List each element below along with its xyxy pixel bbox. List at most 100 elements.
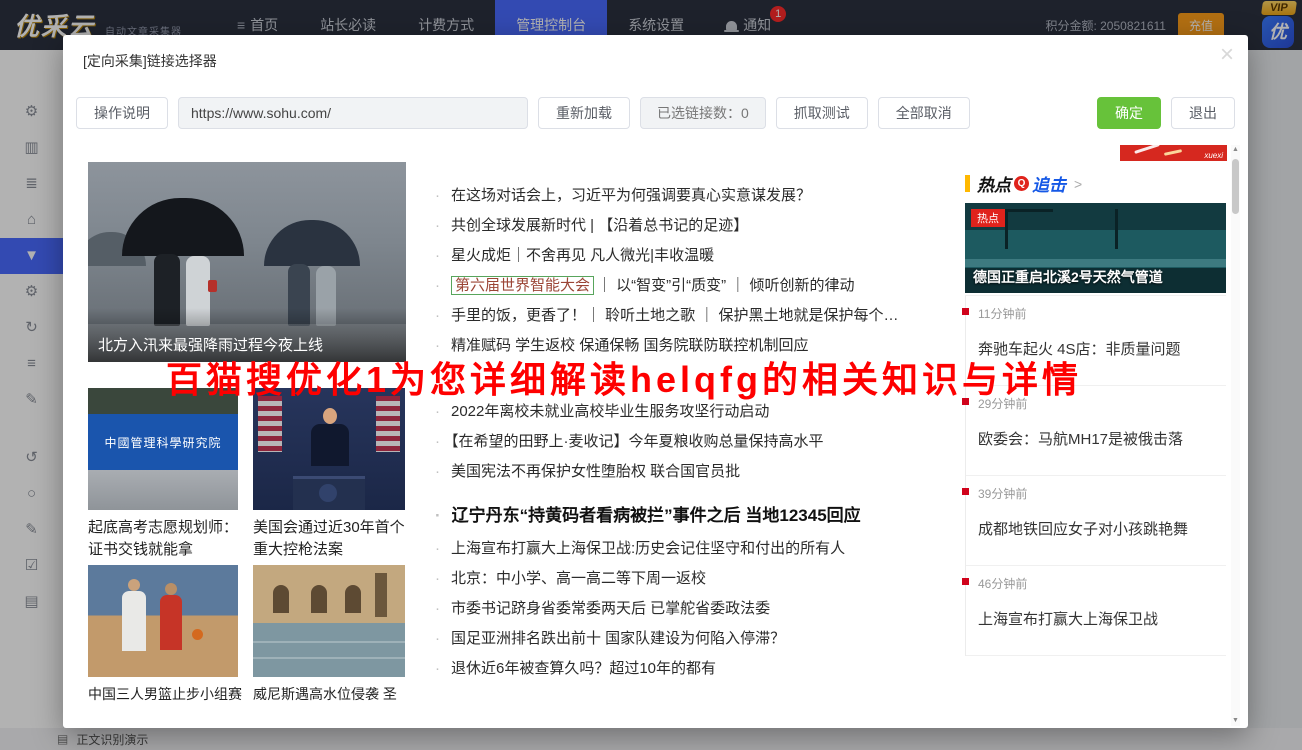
thumb-basketball-image[interactable] bbox=[88, 565, 238, 677]
page-scrollbar[interactable]: ▲ ▼ bbox=[1231, 145, 1240, 726]
hot-item-title[interactable]: 成都地铁回应女子对小孩跳艳舞 bbox=[978, 518, 1226, 539]
bullet-dot: · bbox=[435, 403, 440, 420]
hot-featured-image[interactable]: 热点 德国正重启北溪2号天然气管道 bbox=[965, 203, 1226, 293]
embedded-webpage: xuexi 北方入汛来最强降雨过程今夜上线 ·在这场对话会上，习近平为何强调要真… bbox=[88, 145, 1240, 726]
news-link-row[interactable]: · 2022年离校未就业高校毕业生服务攻坚行动启动 bbox=[435, 401, 1045, 423]
news-link-text[interactable]: 美国宪法不再保护女性堕胎权 联合国官员批 bbox=[451, 463, 740, 480]
news-link-row[interactable]: · 辽宁丹东“持黄码者看病被拦”事件之后 当地12345回应 bbox=[435, 503, 1045, 529]
thumb-caption[interactable]: 起底高考志愿规划师：证书交钱就能拿 bbox=[88, 517, 238, 561]
bullet-dot: · bbox=[435, 247, 440, 264]
news-link-text[interactable]: 国足亚洲排名跌出前十 国家队建设为何陷入停滞？ bbox=[451, 630, 785, 647]
bullet-dot: · bbox=[435, 307, 440, 324]
exit-button[interactable]: 退出 bbox=[1171, 97, 1235, 129]
news-link-text[interactable]: 星火成炬｜不舍再见 凡人微光|丰收温暖 bbox=[451, 247, 714, 264]
news-link-text[interactable]: 上海宣布打赢大上海保卫战:历史会记住坚守和付出的所有人 bbox=[451, 540, 845, 557]
url-input[interactable] bbox=[178, 97, 528, 129]
bullet-dot: · bbox=[435, 277, 440, 294]
hot-item-time: 11分钟前 bbox=[978, 305, 1226, 322]
screen: 优采云 自动文章采集器 ≡首页 站长必读 计费方式 管理控制台 系统设置 通知1… bbox=[0, 0, 1302, 750]
hot-featured-caption[interactable]: 德国正重启北溪2号天然气管道 bbox=[973, 267, 1163, 287]
hot-news-item[interactable]: 39分钟前成都地铁回应女子对小孩跳艳舞 bbox=[966, 476, 1226, 566]
bullet-dot: · bbox=[435, 660, 440, 677]
hot-tag-badge: 热点 bbox=[971, 209, 1005, 227]
confirm-button[interactable]: 确定 bbox=[1097, 97, 1161, 129]
yellow-bar-icon bbox=[965, 175, 970, 192]
crane-shape bbox=[1005, 209, 1008, 249]
news-link-text[interactable]: 2022年离校未就业高校毕业生服务攻坚行动启动 bbox=[451, 403, 769, 420]
banner-stroke bbox=[1164, 149, 1182, 156]
podium-seal bbox=[319, 484, 337, 502]
bullet-dot: · bbox=[435, 217, 440, 234]
news-link-text[interactable]: 辽宁丹东“持黄码者看病被拦”事件之后 当地12345回应 bbox=[452, 506, 861, 525]
reload-button[interactable]: 重新加载 bbox=[538, 97, 630, 129]
dialog-title: [定向采集]链接选择器 bbox=[83, 51, 217, 71]
hot-news-item[interactable]: 46分钟前上海宣布打赢大上海保卫战 bbox=[966, 566, 1226, 656]
water-line bbox=[253, 641, 405, 643]
news-link-list: ·在这场对话会上，习近平为何强调要真心实意谋发展？·共创全球发展新时代 | 【沿… bbox=[435, 185, 1045, 688]
thumb-venice-image[interactable] bbox=[253, 565, 405, 677]
player-head bbox=[128, 579, 140, 591]
thumb-caption[interactable]: 美国会通过近30年首个重大控枪法案 bbox=[253, 517, 405, 561]
news-link-row[interactable]: · 国足亚洲排名跌出前十 国家队建设为何陷入停滞？ bbox=[435, 628, 1045, 650]
news-link-row[interactable]: · 北京：中小学、高一高二等下周一返校 bbox=[435, 568, 1045, 590]
news-link-text[interactable]: 市委书记跻身省委常委两天后 已掌舵省委政法委 bbox=[451, 600, 770, 617]
news-link-row[interactable]: · 星火成炬｜不舍再见 凡人微光|丰收温暖 bbox=[435, 245, 1045, 267]
hot-logo-icon: Q bbox=[1014, 176, 1029, 191]
news-link-text[interactable]: 在这场对话会上，习近平为何强调要真心实意谋发展？ bbox=[451, 187, 811, 204]
chevron-right-icon[interactable]: > bbox=[1074, 176, 1082, 192]
promo-banner[interactable]: xuexi bbox=[1120, 145, 1227, 161]
news-link-row[interactable]: · 美国宪法不再保护女性堕胎权 联合国官员批 bbox=[435, 461, 1045, 483]
selected-link-box[interactable]: 第六届世界智能大会 bbox=[451, 276, 594, 295]
hot-news-list: 11分钟前奔驰车起火 4S店：非质量问题29分钟前欧委会：马航MH17是被俄击落… bbox=[965, 295, 1226, 656]
news-link-row[interactable]: ·【在希望的田野上·麦收记】今年夏粮收购总量保持高水平 bbox=[435, 431, 1045, 453]
bullet-dot: · bbox=[435, 506, 441, 525]
news-link-row[interactable]: · 手里的饭，更香了！｜ 聆听土地之歌 ｜ 保护黑土地就是保护每个… bbox=[435, 305, 1045, 327]
bullet-dot: · bbox=[435, 630, 440, 647]
grab-test-button[interactable]: 抓取测试 bbox=[776, 97, 868, 129]
help-button[interactable]: 操作说明 bbox=[76, 97, 168, 129]
news-link-row[interactable]: · 第六届世界智能大会｜ 以“智变”引“质变” ｜ 倾听创新的律动 bbox=[435, 275, 1045, 297]
news-link-text[interactable]: 共创全球发展新时代 | 【沿着总书记的足迹】 bbox=[451, 217, 748, 234]
scroll-down-icon[interactable]: ▼ bbox=[1231, 716, 1240, 726]
red-square-marker bbox=[962, 308, 969, 315]
umbrella-shape bbox=[264, 220, 360, 266]
news-link-text[interactable]: ｜ 以“智变”引“质变” ｜ 倾听创新的律动 bbox=[597, 277, 855, 294]
basketball-shape bbox=[192, 629, 203, 640]
news-link-text[interactable]: 北京：中小学、高一高二等下周一返校 bbox=[451, 570, 706, 587]
arch-shape bbox=[273, 585, 289, 613]
hot-item-time: 39分钟前 bbox=[978, 485, 1226, 502]
news-link-text[interactable]: 【在希望的田野上·麦收记】今年夏粮收购总量保持高水平 bbox=[451, 433, 824, 450]
player-red-jersey bbox=[160, 595, 182, 650]
news-link-row[interactable]: ·市委书记跻身省委常委两天后 已掌舵省委政法委 bbox=[435, 598, 1045, 620]
news-link-row[interactable]: · 退休近6年被查算久吗？超过10年的都有 bbox=[435, 658, 1045, 680]
hot-topics-header[interactable]: 热点 Q 追击 > bbox=[965, 171, 1082, 196]
bullet-dot: · bbox=[435, 540, 440, 557]
news-link-text[interactable]: 手里的饭，更香了！｜ 聆听土地之歌 ｜ 保护黑土地就是保护每个… bbox=[451, 307, 899, 324]
thumb-caption[interactable]: 威尼斯遇高水位侵袭 圣 bbox=[253, 683, 418, 705]
news-link-text[interactable]: 退休近6年被查算久吗？超过10年的都有 bbox=[451, 660, 716, 677]
news-link-row[interactable]: · 上海宣布打赢大上海保卫战:历史会记住坚守和付出的所有人 bbox=[435, 538, 1045, 560]
thumb-congress-image[interactable] bbox=[253, 388, 405, 510]
hero-news-image[interactable]: 北方入汛来最强降雨过程今夜上线 bbox=[88, 162, 406, 362]
red-square-marker bbox=[962, 578, 969, 585]
hot-item-title[interactable]: 上海宣布打赢大上海保卫战 bbox=[978, 608, 1226, 629]
bullet-dot: · bbox=[435, 570, 440, 587]
news-link-row[interactable]: · 共创全球发展新时代 | 【沿着总书记的足迹】 bbox=[435, 215, 1045, 237]
thumb-institute-image[interactable]: 中國管理科學研究院 bbox=[88, 388, 238, 510]
banner-text: xuexi bbox=[1204, 151, 1223, 160]
speaker-body bbox=[311, 424, 349, 466]
thumb-caption[interactable]: 中国三人男篮止步小组赛 bbox=[88, 683, 248, 705]
close-icon[interactable]: × bbox=[1220, 43, 1234, 67]
selected-links-counter: 已选链接数：0 bbox=[640, 97, 766, 129]
hot-item-title[interactable]: 欧委会：马航MH17是被俄击落 bbox=[978, 428, 1226, 449]
flag-shape bbox=[258, 396, 282, 452]
hot-item-time: 46分钟前 bbox=[978, 575, 1226, 592]
news-link-row[interactable]: ·在这场对话会上，习近平为何强调要真心实意谋发展？ bbox=[435, 185, 1045, 207]
scroll-up-icon[interactable]: ▲ bbox=[1231, 145, 1240, 155]
bullet-dot: · bbox=[435, 463, 440, 480]
cancel-all-button[interactable]: 全部取消 bbox=[878, 97, 970, 129]
arch-shape bbox=[345, 585, 361, 613]
scrollbar-thumb[interactable] bbox=[1232, 159, 1239, 214]
dialog-toolbar: 操作说明 重新加载 已选链接数：0 抓取测试 全部取消 确定 退出 bbox=[76, 97, 1235, 129]
seo-overlay-text: 百猫搜优化1为您详细解读helqfg的相关知识与详情 bbox=[166, 351, 1082, 403]
